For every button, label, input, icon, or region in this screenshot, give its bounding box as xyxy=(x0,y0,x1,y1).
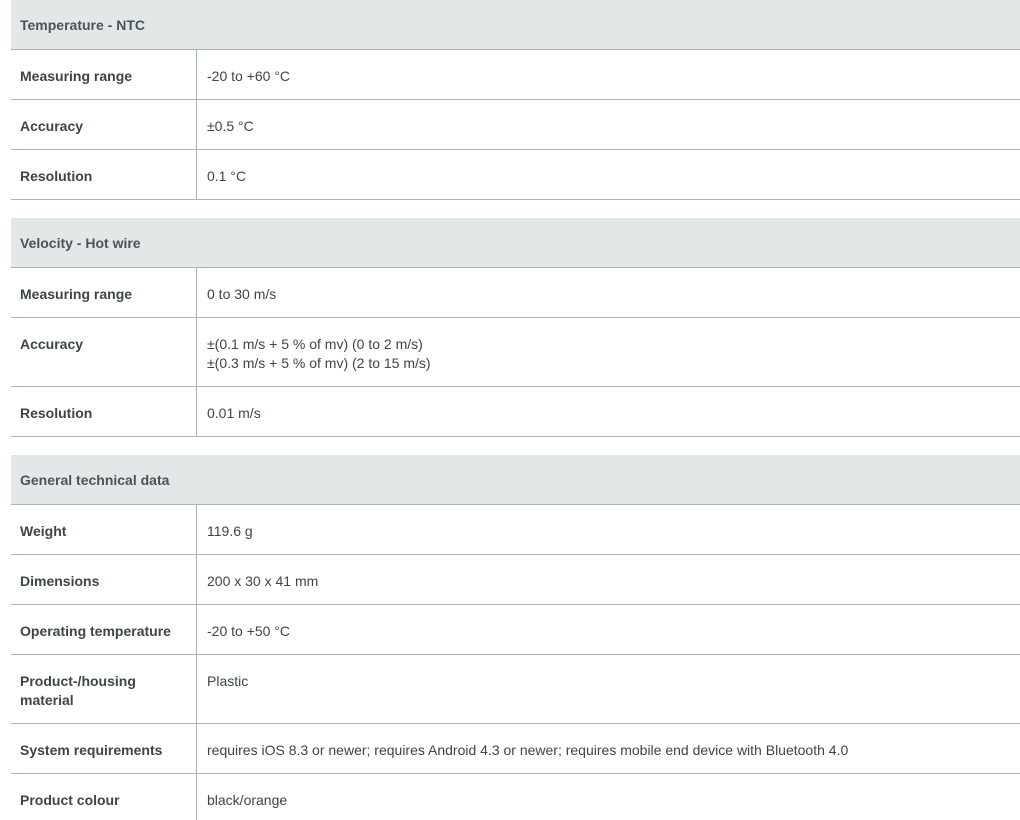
spec-value-line: -20 to +50 °C xyxy=(207,623,291,639)
spec-value: requires iOS 8.3 or newer; requires Andr… xyxy=(197,724,1020,773)
spec-value: ±0.5 °C xyxy=(197,100,1020,149)
spec-row-measuring-range: Measuring range -20 to +60 °C xyxy=(11,50,1020,100)
spec-row-resolution: Resolution 0.01 m/s xyxy=(11,387,1020,437)
spec-value-line: 0 to 30 m/s xyxy=(207,286,277,302)
spec-value-line: 200 x 30 x 41 mm xyxy=(207,573,319,589)
spec-row-accuracy: Accuracy ±(0.1 m/s + 5 % of mv) (0 to 2 … xyxy=(11,318,1020,387)
spec-label: Weight xyxy=(11,505,197,554)
spec-sheet: Temperature - NTC Measuring range -20 to… xyxy=(11,0,1020,820)
spec-value: 119.6 g xyxy=(197,505,1020,554)
section-title: Temperature - NTC xyxy=(11,0,1020,50)
spec-value: 0.1 °C xyxy=(197,150,1020,199)
spec-label: Measuring range xyxy=(11,268,197,317)
spec-label: Product-/housing material xyxy=(11,655,197,723)
spec-label: System requirements xyxy=(11,724,197,773)
spec-value-line: 119.6 g xyxy=(207,523,253,539)
spec-value-line: ±0.5 °C xyxy=(207,118,254,134)
spec-row-measuring-range: Measuring range 0 to 30 m/s xyxy=(11,268,1020,318)
spec-value: 200 x 30 x 41 mm xyxy=(197,555,1020,604)
spec-row-system-requirements: System requirements requires iOS 8.3 or … xyxy=(11,724,1020,774)
spec-label: Resolution xyxy=(11,387,197,436)
spec-label: Accuracy xyxy=(11,100,197,149)
spec-row-weight: Weight 119.6 g xyxy=(11,505,1020,555)
spec-value-line: Plastic xyxy=(207,673,249,689)
spec-value: -20 to +60 °C xyxy=(197,50,1020,99)
spec-value: -20 to +50 °C xyxy=(197,605,1020,654)
spec-value: Plastic xyxy=(197,655,1020,723)
spec-label: Accuracy xyxy=(11,318,197,386)
spec-value: 0.01 m/s xyxy=(197,387,1020,436)
spec-label: Resolution xyxy=(11,150,197,199)
spec-label: Measuring range xyxy=(11,50,197,99)
spec-value: black/orange xyxy=(197,774,1020,820)
spec-value-line: 0.1 °C xyxy=(207,168,247,184)
spec-value-line: requires iOS 8.3 or newer; requires Andr… xyxy=(207,742,849,758)
spec-row-housing-material: Product-/housing material Plastic xyxy=(11,655,1020,724)
spec-value: 0 to 30 m/s xyxy=(197,268,1020,317)
spec-label: Dimensions xyxy=(11,555,197,604)
spec-row-product-colour: Product colour black/orange xyxy=(11,774,1020,820)
spec-value-line: 0.01 m/s xyxy=(207,405,261,421)
spec-value-line: ±(0.1 m/s + 5 % of mv) (0 to 2 m/s) xyxy=(207,336,423,352)
section-general-technical-data: General technical data Weight 119.6 g Di… xyxy=(11,455,1020,820)
spec-label: Product colour xyxy=(11,774,197,820)
spec-value-line: -20 to +60 °C xyxy=(207,68,291,84)
spec-value: ±(0.1 m/s + 5 % of mv) (0 to 2 m/s) ±(0.… xyxy=(197,318,1020,386)
spec-row-resolution: Resolution 0.1 °C xyxy=(11,150,1020,200)
section-temperature-ntc: Temperature - NTC Measuring range -20 to… xyxy=(11,0,1020,200)
section-title: General technical data xyxy=(11,455,1020,505)
spec-row-accuracy: Accuracy ±0.5 °C xyxy=(11,100,1020,150)
spec-label: Operating temperature xyxy=(11,605,197,654)
section-velocity-hot-wire: Velocity - Hot wire Measuring range 0 to… xyxy=(11,218,1020,437)
spec-value-line: ±(0.3 m/s + 5 % of mv) (2 to 15 m/s) xyxy=(207,355,431,371)
section-title: Velocity - Hot wire xyxy=(11,218,1020,268)
spec-row-operating-temperature: Operating temperature -20 to +50 °C xyxy=(11,605,1020,655)
spec-row-dimensions: Dimensions 200 x 30 x 41 mm xyxy=(11,555,1020,605)
spec-value-line: black/orange xyxy=(207,792,288,808)
